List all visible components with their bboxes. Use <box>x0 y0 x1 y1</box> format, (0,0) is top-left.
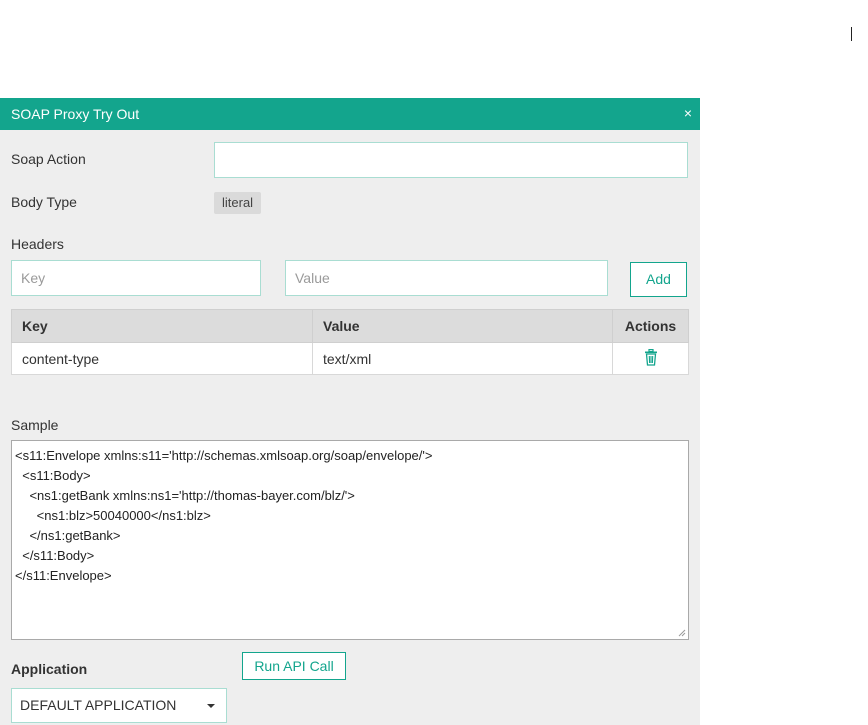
application-select[interactable]: DEFAULT APPLICATION <box>11 688 227 723</box>
header-row-actions <box>612 342 689 375</box>
sample-line-4: <ns1:blz>50040000</ns1:blz> <box>15 508 211 523</box>
sample-textarea[interactable]: <s11:Envelope xmlns:s11='http://schemas.… <box>11 440 689 640</box>
soap-action-label: Soap Action <box>11 151 86 167</box>
header-row-key: content-type <box>11 342 313 375</box>
soap-action-input[interactable] <box>214 142 688 178</box>
application-label: Application <box>11 661 88 677</box>
run-api-call-button[interactable]: Run API Call <box>242 652 346 680</box>
sample-line-5: </ns1:getBank> <box>15 528 121 543</box>
sample-line-6: </s11:Body> <box>15 548 95 563</box>
application-selected-value: DEFAULT APPLICATION <box>20 697 177 713</box>
sample-line-3: <ns1:getBank xmlns:ns1='http://thomas-ba… <box>15 488 355 503</box>
chevron-down-icon <box>207 704 215 708</box>
column-header-key: Key <box>11 309 313 343</box>
headers-table: Key Value Actions content-type text/xml <box>11 309 689 375</box>
table-row: content-type text/xml <box>11 342 689 375</box>
trash-icon[interactable] <box>643 348 659 369</box>
dialog-header: SOAP Proxy Try Out × <box>0 98 700 130</box>
column-header-value: Value <box>312 309 613 343</box>
header-row-value: text/xml <box>312 342 613 375</box>
add-header-button[interactable]: Add <box>630 262 687 297</box>
column-header-actions: Actions <box>612 309 689 343</box>
sample-line-7: </s11:Envelope> <box>15 568 112 583</box>
sample-line-1: <s11:Envelope xmlns:s11='http://schemas.… <box>15 448 433 463</box>
header-value-input[interactable] <box>285 260 608 296</box>
resize-grip-icon[interactable] <box>678 629 686 637</box>
soap-proxy-dialog: SOAP Proxy Try Out × Soap Action Body Ty… <box>0 98 700 725</box>
header-key-input[interactable] <box>11 260 261 296</box>
headers-table-header: Key Value Actions <box>11 309 689 343</box>
dialog-title: SOAP Proxy Try Out <box>11 106 140 122</box>
sample-label: Sample <box>11 417 59 433</box>
headers-label: Headers <box>11 236 64 252</box>
text-cursor <box>851 27 852 41</box>
close-icon[interactable]: × <box>684 104 692 122</box>
body-type-value: literal <box>214 192 262 214</box>
body-type-label: Body Type <box>11 194 77 210</box>
sample-line-2: <s11:Body> <box>15 468 91 483</box>
